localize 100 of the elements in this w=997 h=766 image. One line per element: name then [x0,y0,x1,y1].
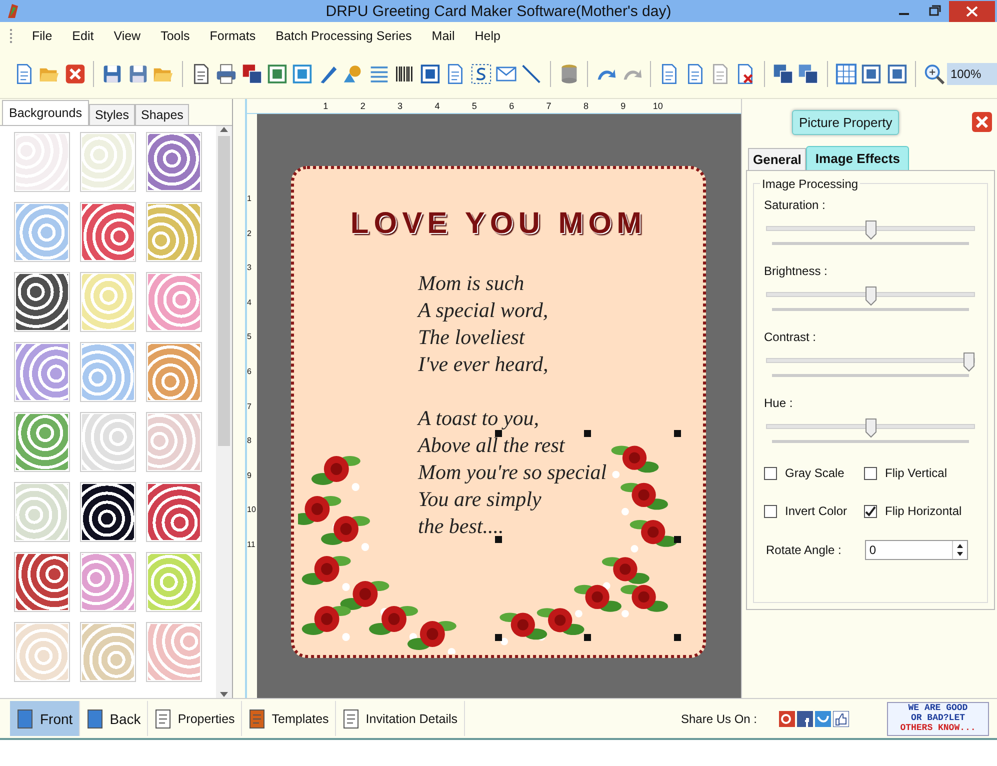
scrollbar[interactable] [216,126,232,698]
ruler-number: 7 [247,402,252,413]
social-icon[interactable] [797,710,813,726]
slider-label: Saturation : [764,198,826,212]
panel-title: Picture Property [792,110,900,134]
bottom-tab[interactable]: Front [10,701,80,736]
pattern-thumbnail[interactable] [80,622,136,682]
social-icon[interactable] [815,710,831,726]
grid-icon[interactable] [834,62,858,86]
pattern-thumbnail[interactable] [146,412,202,472]
slider[interactable] [766,352,975,378]
group-label: Image Processing [760,177,860,191]
ruler-number: 1 [247,194,252,205]
menu-item[interactable]: View [104,29,151,43]
checkbox[interactable]: Flip Vertical [864,466,974,480]
ruler-number: 3 [247,263,252,274]
pattern-thumbnail[interactable] [14,552,70,612]
menu-item[interactable]: Edit [62,29,104,43]
bottom-tab[interactable]: Templates [242,701,336,736]
checkbox[interactable]: Gray Scale [764,466,864,480]
panel-tab[interactable]: Image Effects [806,146,909,170]
slider-thumb[interactable] [864,286,876,306]
pattern-thumbnail[interactable] [14,272,70,332]
social-icon[interactable] [779,710,795,726]
panel-tab[interactable]: Shapes [135,104,190,125]
thumbs-up-icon[interactable] [833,710,849,726]
feedback-banner[interactable]: WE ARE GOOD OR BAD?LET OTHERS KNOW... [887,702,989,736]
pattern-thumbnail[interactable] [80,202,136,262]
slider[interactable] [766,286,975,312]
printer-icon[interactable] [215,62,238,86]
slider[interactable] [766,220,975,246]
overlapping-squares-icon[interactable] [797,62,820,86]
poem-line: Mom is such [418,273,524,293]
pattern-thumbnail[interactable] [146,202,202,262]
slider-thumb[interactable] [962,352,975,372]
rotate-angle-field[interactable]: 0 [865,540,968,560]
close-icon[interactable] [64,62,86,86]
menu-item[interactable]: Mail [422,29,465,43]
document-icon [342,708,360,730]
ruler-number: 6 [508,101,514,111]
pattern-thumbnail[interactable] [146,272,202,332]
pattern-thumbnail[interactable] [14,412,70,472]
bottom-tab[interactable]: Properties [148,701,242,736]
resize-handle[interactable] [495,536,502,543]
panel-tab[interactable]: Backgrounds [2,100,89,125]
resize-handle[interactable] [674,430,681,437]
resize-handle[interactable] [674,634,681,641]
panel-tab[interactable]: Styles [88,104,136,125]
pattern-thumbnail[interactable] [80,272,136,332]
menu-item[interactable]: Formats [200,29,266,43]
ruler-number: 5 [470,101,477,111]
pattern-thumbnail[interactable] [146,622,202,682]
close-icon[interactable] [949,0,995,22]
ruler-number: 8 [247,436,252,448]
pattern-thumbnail[interactable] [146,342,202,402]
slider-thumb[interactable] [864,418,876,438]
resize-handle[interactable] [495,430,502,437]
pattern-thumbnail[interactable] [146,552,202,612]
pattern-thumbnail[interactable] [80,132,136,192]
zoom-icon[interactable] [923,62,946,86]
close-icon[interactable] [971,111,993,133]
ruler-number: 9 [247,470,252,482]
poem-line: Above all the rest [418,435,565,455]
pattern-thumbnail[interactable] [14,622,70,682]
dashed-box-icon[interactable] [470,62,492,86]
slider[interactable] [766,418,975,444]
menu-item[interactable]: File [22,29,62,43]
resize-handle[interactable] [584,430,591,437]
poem-line: I've ever heard, [418,354,548,374]
pattern-thumbnail[interactable] [14,202,70,262]
pattern-thumbnail[interactable] [14,342,70,402]
poem-line: the best.... [418,516,504,536]
panel-tab[interactable]: General [748,148,806,170]
checkbox[interactable]: Flip Horizontal [864,504,974,518]
pattern-thumbnail[interactable] [80,342,136,402]
pattern-thumbnail[interactable] [80,412,136,472]
ruler-number: 2 [247,228,252,240]
layers-icon[interactable] [240,62,263,86]
spin-arrows-icon[interactable] [955,542,966,558]
slider-thumb[interactable] [864,220,876,240]
pattern-thumbnail[interactable] [14,132,70,192]
zoom-field[interactable]: 100% [947,63,997,85]
pattern-thumbnail[interactable] [146,132,202,192]
resize-handle[interactable] [584,634,591,641]
bottom-tab[interactable]: Back [80,701,148,736]
resize-handle[interactable] [495,634,502,641]
field-label: Rotate Angle : [766,543,842,557]
pattern-thumbnail[interactable] [80,552,136,612]
overlapping-squares-icon[interactable] [772,62,794,86]
menu-item[interactable]: Tools [150,29,200,43]
line-icon[interactable] [520,62,543,86]
pattern-thumbnail[interactable] [146,482,202,542]
resize-handle[interactable] [674,536,681,543]
menu-item[interactable]: Batch Processing Series [266,29,422,43]
bottom-tab[interactable]: Invitation Details [336,701,464,736]
pattern-thumbnail[interactable] [80,482,136,542]
ruler-number: 9 [620,101,626,111]
menu-item[interactable]: Help [464,29,510,43]
checkbox[interactable]: Invert Color [764,504,864,518]
pattern-thumbnail[interactable] [14,482,70,542]
